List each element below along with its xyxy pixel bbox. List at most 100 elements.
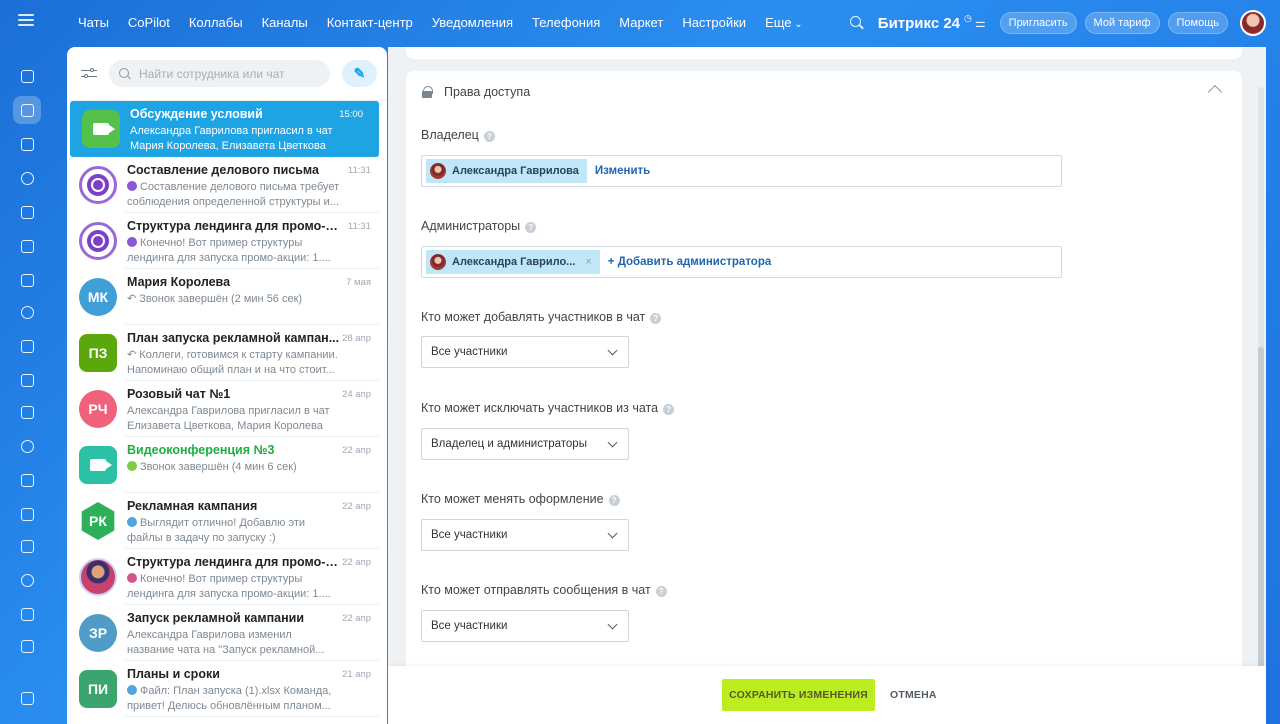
chat-item[interactable]: ПЗ План запуска рекламной кампан... 28 апр…: [67, 325, 387, 381]
sign-icon[interactable]: [13, 632, 41, 660]
help-button[interactable]: Помощь: [1167, 12, 1228, 34]
settings-icon[interactable]: [13, 684, 41, 712]
admins-field[interactable]: Александра Гаврило... × + Добавить админи…: [421, 246, 1062, 278]
chat-avatar: РЧ: [79, 390, 117, 428]
planner-icon[interactable]: [13, 466, 41, 494]
chat-list: Обсуждение условий 15:00 Александра Гаврил…: [67, 101, 387, 724]
forms-icon-glyph: [20, 607, 34, 621]
chat-item[interactable]: РК Рекламная кампания 22 апр Выглядит отлич…: [67, 493, 387, 549]
nav-market[interactable]: Маркет: [619, 15, 663, 30]
crm-icon[interactable]: [13, 432, 41, 460]
nav-notifications[interactable]: Уведомления: [432, 15, 513, 30]
chevron-up-icon[interactable]: [1207, 84, 1223, 100]
chat-header: ✎: [67, 47, 387, 101]
help-icon[interactable]: ?: [483, 131, 495, 142]
nav-channels[interactable]: Каналы: [262, 15, 308, 30]
remove-admin-icon[interactable]: ×: [585, 256, 591, 268]
nav-settings[interactable]: Настройки: [682, 15, 746, 30]
boards-icon[interactable]: [13, 266, 41, 294]
chat-title: Структура лендинга для промо-акц...: [127, 219, 342, 233]
footer: СОХРАНИТЬ ИЗМЕНЕНИЯ ОТМЕНА: [388, 666, 1266, 724]
user-avatar[interactable]: [1240, 10, 1266, 36]
perm-send-select[interactable]: Все участники: [421, 610, 629, 642]
tariff-button[interactable]: Мой тариф: [1084, 12, 1160, 34]
chat-item[interactable]: Обсуждение условий 15:00 Александра Гаврил…: [70, 101, 379, 157]
copilot-icon[interactable]: [13, 164, 41, 192]
chat-item[interactable]: ПИ Планы и сроки 21 апр Файл: План запуска …: [67, 661, 387, 717]
admin-avatar: [430, 254, 446, 270]
sender-avatar-icon: [127, 685, 137, 695]
sender-avatar-icon: [127, 517, 137, 527]
chat-item[interactable]: РЧ Розовый чат №1 24 апр Александра Гаврило…: [67, 381, 387, 437]
perm-remove-select[interactable]: Владелец и администраторы: [421, 428, 629, 460]
avatar-initials: ПИ: [87, 681, 109, 697]
chat-icon[interactable]: [13, 96, 41, 124]
tasks-icon[interactable]: [13, 398, 41, 426]
shop-icon[interactable]: [13, 566, 41, 594]
compose-button[interactable]: ✎: [342, 60, 377, 87]
forms-icon[interactable]: [13, 600, 41, 628]
section-header[interactable]: Права доступа: [422, 85, 530, 99]
feed-icon[interactable]: [13, 130, 41, 158]
chat-preview-text: Коллеги, готовимся к старту кампании. На…: [127, 349, 338, 376]
chat-time: 28 апр: [342, 333, 371, 344]
nav-chats[interactable]: Чаты: [78, 15, 109, 30]
chat-item[interactable]: Структура лендинга для промо-акц... 11:31…: [67, 213, 387, 269]
chevron-down-icon: [607, 437, 618, 448]
scrollbar[interactable]: [1258, 87, 1264, 707]
store-icon[interactable]: [13, 500, 41, 528]
nav-telephony[interactable]: Телефония: [532, 15, 600, 30]
nav-more[interactable]: Еще: [765, 15, 803, 30]
chat-preview: Звонок завершён (4 мин 6 сек): [127, 460, 342, 475]
owner-chip[interactable]: Александра Гаврилова: [426, 159, 587, 183]
chat-item[interactable]: ЗР Запуск рекламной кампании 22 апр Алексан…: [67, 605, 387, 661]
drive-icon[interactable]: [13, 298, 41, 326]
admin-chip[interactable]: Александра Гаврило... ×: [426, 250, 600, 274]
help-icon[interactable]: ?: [663, 404, 675, 415]
docs-icon[interactable]: [13, 232, 41, 260]
chat-title: Розовый чат №1: [127, 387, 231, 401]
owner-avatar: [430, 163, 446, 179]
menu-icon[interactable]: [18, 14, 34, 30]
invite-button[interactable]: Пригласить: [999, 12, 1077, 34]
add-admin-link[interactable]: + Добавить администратора: [608, 256, 771, 268]
chat-item[interactable]: МК Мария Королева 7 мая ↶ Звонок завершён (…: [67, 269, 387, 325]
avatar-initials: ЗР: [88, 625, 108, 641]
search-icon[interactable]: [849, 16, 864, 30]
chat-item[interactable]: Видеоконференция №3 22 апр Звонок завершён…: [67, 437, 387, 493]
owner-field[interactable]: Александра Гаврилова Изменить: [421, 155, 1062, 187]
chat-time: 22 апр: [342, 501, 371, 512]
bolt-icon[interactable]: [13, 62, 41, 90]
nav-contact-center[interactable]: Контакт-центр: [327, 15, 413, 30]
help-icon[interactable]: ?: [608, 495, 620, 506]
nav-copilot[interactable]: CoPilot: [128, 15, 170, 30]
help-icon[interactable]: ?: [650, 313, 662, 324]
perm-design-select[interactable]: Все участники: [421, 519, 629, 551]
chat-item[interactable]: Составление делового письма 11:31 Составле…: [67, 157, 387, 213]
scrollbar-thumb[interactable]: [1258, 347, 1264, 707]
section-title: Права доступа: [444, 85, 531, 99]
save-button[interactable]: СОХРАНИТЬ ИЗМЕНЕНИЯ: [722, 679, 875, 711]
change-owner-link[interactable]: Изменить: [595, 165, 650, 177]
contacts-icon[interactable]: [13, 366, 41, 394]
goals-icon[interactable]: [13, 532, 41, 560]
chat-time: 21 апр: [342, 669, 371, 680]
settings-icon-glyph: [20, 691, 34, 705]
avatar-initials: РЧ: [88, 401, 108, 417]
chat-search[interactable]: [109, 60, 330, 87]
help-icon[interactable]: ?: [525, 222, 537, 233]
sender-avatar-icon: [127, 461, 137, 471]
help-icon[interactable]: ?: [655, 586, 667, 597]
chat-title: Структура лендинга для промо-ак...: [127, 555, 342, 569]
perm-add-label: Кто может добавлять участников в чат?: [421, 310, 662, 324]
mail-icon[interactable]: [13, 332, 41, 360]
calendar-icon[interactable]: [13, 198, 41, 226]
chat-settings: Права доступа Владелец? Александра Гаври…: [388, 47, 1266, 724]
chat-search-input[interactable]: [139, 66, 309, 81]
sliders-icon[interactable]: ⚌: [975, 16, 986, 30]
filter-icon[interactable]: [81, 67, 99, 81]
chat-item[interactable]: Структура лендинга для промо-ак... 22 апр…: [67, 549, 387, 605]
perm-add-select[interactable]: Все участники: [421, 336, 629, 368]
cancel-button[interactable]: ОТМЕНА: [890, 679, 937, 711]
nav-collabs[interactable]: Коллабы: [189, 15, 243, 30]
